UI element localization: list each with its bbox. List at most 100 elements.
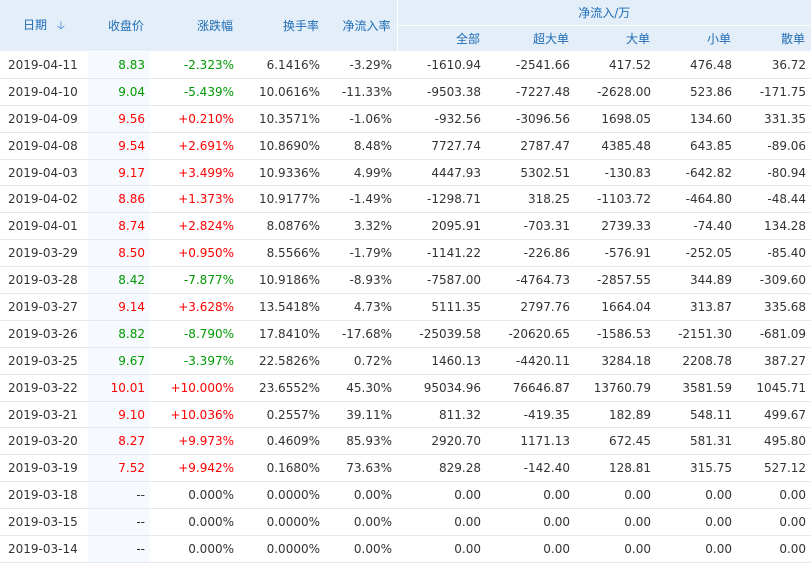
cell-super-large: 0.00 bbox=[486, 508, 575, 537]
cell-net-inflow-rate: -3.29% bbox=[325, 51, 397, 79]
table-row: 2019-03-21 9.10 +10.036% 0.2557% 39.11% 811.3… bbox=[0, 401, 811, 429]
cell-all: -1298.71 bbox=[397, 185, 486, 214]
cell-change: -7.877% bbox=[150, 266, 239, 295]
header-close[interactable]: 收盘价 bbox=[88, 0, 150, 52]
cell-date: 2019-04-08 bbox=[0, 132, 88, 160]
cell-large: 0.00 bbox=[575, 508, 656, 537]
cell-net-inflow-rate: 0.72% bbox=[325, 347, 397, 375]
cell-small: -252.05 bbox=[656, 239, 737, 268]
cell-net-inflow-rate: 3.32% bbox=[325, 212, 397, 241]
header-retail[interactable]: 散单 bbox=[737, 25, 811, 52]
cell-turnover: 10.9336% bbox=[239, 159, 325, 187]
header-super-large[interactable]: 超大单 bbox=[486, 25, 575, 52]
cell-change: +0.950% bbox=[150, 239, 239, 268]
cell-retail: 387.27 bbox=[737, 347, 811, 375]
cell-net-inflow-rate: 85.93% bbox=[325, 427, 397, 456]
cell-turnover: 0.0000% bbox=[239, 481, 325, 510]
cell-small: 313.87 bbox=[656, 293, 737, 321]
cell-large: -130.83 bbox=[575, 159, 656, 187]
cell-super-large: -20620.65 bbox=[486, 320, 575, 348]
cell-retail: -80.94 bbox=[737, 159, 811, 187]
cell-all: -25039.58 bbox=[397, 320, 486, 348]
cell-turnover: 10.9177% bbox=[239, 185, 325, 214]
cell-turnover: 10.9186% bbox=[239, 266, 325, 295]
cell-turnover: 22.5826% bbox=[239, 347, 325, 375]
cell-large: 3284.18 bbox=[575, 347, 656, 375]
table-row: 2019-03-22 10.01 +10.000% 23.6552% 45.30% 950… bbox=[0, 374, 811, 402]
cell-small: -464.80 bbox=[656, 185, 737, 214]
cell-super-large: -419.35 bbox=[486, 401, 575, 429]
cell-change: +3.499% bbox=[150, 159, 239, 187]
cell-super-large: 0.00 bbox=[486, 535, 575, 563]
arrow-down-icon[interactable]: 🡣 bbox=[57, 17, 65, 36]
cell-close: 9.04 bbox=[88, 78, 150, 106]
cell-net-inflow-rate: 8.48% bbox=[325, 132, 397, 160]
header-small[interactable]: 小单 bbox=[656, 25, 737, 52]
cell-turnover: 0.0000% bbox=[239, 535, 325, 563]
cell-net-inflow-rate: 4.99% bbox=[325, 159, 397, 187]
cell-large: 1664.04 bbox=[575, 293, 656, 321]
cell-all: 5111.35 bbox=[397, 293, 486, 321]
cell-close: 8.50 bbox=[88, 239, 150, 268]
cell-small: 315.75 bbox=[656, 454, 737, 483]
cell-close: 8.42 bbox=[88, 266, 150, 295]
cell-turnover: 0.1680% bbox=[239, 454, 325, 483]
cell-turnover: 10.8690% bbox=[239, 132, 325, 160]
cell-close: 8.86 bbox=[88, 185, 150, 214]
cell-all: 829.28 bbox=[397, 454, 486, 483]
cell-retail: -85.40 bbox=[737, 239, 811, 268]
cell-super-large: 2797.76 bbox=[486, 293, 575, 321]
cell-large: -1586.53 bbox=[575, 320, 656, 348]
header-change[interactable]: 涨跌幅 bbox=[150, 0, 239, 52]
cell-date: 2019-04-09 bbox=[0, 105, 88, 133]
cell-close: 10.01 bbox=[88, 374, 150, 402]
header-all[interactable]: 全部 bbox=[396, 25, 486, 52]
cell-net-inflow-rate: 0.00% bbox=[325, 508, 397, 537]
header-net-inflow-rate[interactable]: 净流入率 bbox=[325, 0, 397, 52]
cell-net-inflow-rate: 73.63% bbox=[325, 454, 397, 483]
header-date[interactable]: 日期 🡣 bbox=[0, 0, 88, 52]
cell-large: -1103.72 bbox=[575, 185, 656, 214]
cell-change: +9.973% bbox=[150, 427, 239, 456]
cell-all: -7587.00 bbox=[397, 266, 486, 295]
cell-super-large: 76646.87 bbox=[486, 374, 575, 402]
cell-retail: 0.00 bbox=[737, 535, 811, 563]
cell-all: 2095.91 bbox=[397, 212, 486, 241]
table-row: 2019-03-20 8.27 +9.973% 0.4609% 85.93% 2920.7… bbox=[0, 427, 811, 456]
cell-net-inflow-rate: -11.33% bbox=[325, 78, 397, 106]
cell-change: -3.397% bbox=[150, 347, 239, 375]
cell-date: 2019-03-18 bbox=[0, 481, 88, 510]
cell-retail: 499.67 bbox=[737, 401, 811, 429]
cell-change: +0.210% bbox=[150, 105, 239, 133]
table-row: 2019-03-19 7.52 +9.942% 0.1680% 73.63% 829.28… bbox=[0, 454, 811, 483]
cell-all: 0.00 bbox=[397, 481, 486, 510]
header-net-inflow-group: 净流入/万 bbox=[396, 0, 811, 26]
cell-all: -1141.22 bbox=[397, 239, 486, 268]
cell-large: 128.81 bbox=[575, 454, 656, 483]
cell-all: 1460.13 bbox=[397, 347, 486, 375]
cell-close: 9.54 bbox=[88, 132, 150, 160]
cell-net-inflow-rate: -1.06% bbox=[325, 105, 397, 133]
cell-net-inflow-rate: -17.68% bbox=[325, 320, 397, 348]
cell-turnover: 6.1416% bbox=[239, 51, 325, 79]
cell-date: 2019-03-19 bbox=[0, 454, 88, 483]
cell-change: -2.323% bbox=[150, 51, 239, 79]
cell-super-large: -703.31 bbox=[486, 212, 575, 241]
table-row: 2019-04-08 9.54 +2.691% 10.8690% 8.48% 7727.7… bbox=[0, 132, 811, 160]
cell-super-large: 5302.51 bbox=[486, 159, 575, 187]
table-row: 2019-04-09 9.56 +0.210% 10.3571% -1.06% -932.… bbox=[0, 105, 811, 133]
cell-super-large: -3096.56 bbox=[486, 105, 575, 133]
table-row: 2019-03-27 9.14 +3.628% 13.5418% 4.73% 5111.3… bbox=[0, 293, 811, 321]
header-large[interactable]: 大单 bbox=[575, 25, 656, 52]
cell-turnover: 0.2557% bbox=[239, 401, 325, 429]
cell-retail: -89.06 bbox=[737, 132, 811, 160]
cell-date: 2019-03-15 bbox=[0, 508, 88, 537]
cell-change: 0.000% bbox=[150, 481, 239, 510]
cell-turnover: 23.6552% bbox=[239, 374, 325, 402]
cell-large: 1698.05 bbox=[575, 105, 656, 133]
cell-small: 0.00 bbox=[656, 535, 737, 563]
header-turnover[interactable]: 换手率 bbox=[239, 0, 325, 52]
table-row: 2019-04-10 9.04 -5.439% 10.0616% -11.33% -950… bbox=[0, 78, 811, 106]
table-row: 2019-03-14 -- 0.000% 0.0000% 0.00% 0.00 0.00 0.… bbox=[0, 535, 811, 563]
cell-large: 672.45 bbox=[575, 427, 656, 456]
